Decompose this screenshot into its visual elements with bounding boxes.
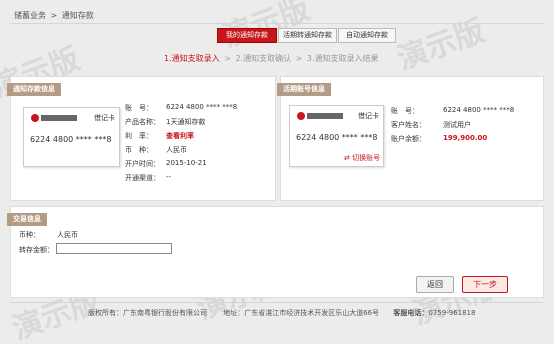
card-type: 借记卡 xyxy=(94,114,115,122)
panel-title: 交易信息 xyxy=(7,213,47,226)
step-3: 3.通知支取录入结果 xyxy=(306,54,379,63)
card-number: 6224 4800 **** ***8 xyxy=(296,133,378,142)
switch-icon: ⇄ xyxy=(344,154,350,162)
customer-name-value: 测试用户 xyxy=(443,121,471,129)
amount-input[interactable] xyxy=(56,243,172,254)
card-type: 借记卡 xyxy=(358,112,379,120)
bank-logo-icon xyxy=(31,114,77,122)
amount-label: 转存金额： xyxy=(19,246,54,254)
current-account-panel: 活期账号信息 借记卡 6224 4800 **** ***8 ⇄ 切换账号 账 … xyxy=(277,76,544,201)
debit-card: 借记卡 6224 4800 **** ***8 xyxy=(23,107,120,167)
trade-currency-value: 人民币 xyxy=(57,231,78,239)
footer-hotline-label: 客服电话： xyxy=(393,309,429,317)
channel-value: -- xyxy=(166,173,172,181)
account-label: 账 号： xyxy=(125,104,153,112)
step-separator: > xyxy=(295,54,303,63)
panel-title: 通知存款信息 xyxy=(7,83,61,96)
switch-account-label: 切换账号 xyxy=(352,154,381,162)
breadcrumb-current: 通知存款 xyxy=(61,11,94,20)
open-date-value: 2015-10-21 xyxy=(166,159,207,167)
open-date-label: 开户时间： xyxy=(125,160,160,168)
back-button[interactable]: 返回 xyxy=(416,276,454,293)
step-indicator: 1.通知支取录入 > 2.通知支取确认 > 3.通知支取录入结果 xyxy=(164,53,379,64)
panel-title: 活期账号信息 xyxy=(277,83,331,96)
channel-label: 开通渠道： xyxy=(125,174,160,182)
card-number: 6224 4800 **** ***8 xyxy=(30,135,112,144)
footer-copyright: 版权所有：广东南粤银行股份有限公司 xyxy=(88,309,207,317)
account-label: 账 号： xyxy=(391,107,419,115)
notice-deposit-panel: 通知存款信息 借记卡 6224 4800 **** ***8 账 号： 6224… xyxy=(7,76,276,201)
watermark: 演示版 xyxy=(392,13,490,78)
breadcrumb: 储蓄业务 > 通知存款 xyxy=(14,10,94,21)
bank-logo xyxy=(30,113,80,123)
currency-label: 币 种： xyxy=(125,146,153,154)
next-button[interactable]: 下一步 xyxy=(462,276,508,293)
view-rate-link[interactable]: 查看利率 xyxy=(166,131,194,141)
tab-my-notice-deposit[interactable]: 我的通知存款 xyxy=(217,28,277,43)
debit-card: 借记卡 6224 4800 **** ***8 ⇄ 切换账号 xyxy=(289,105,384,167)
switch-account-button[interactable]: ⇄ 切换账号 xyxy=(344,153,380,163)
breadcrumb-parent[interactable]: 储蓄业务 xyxy=(14,11,46,20)
product-name-value: 1天通知存款 xyxy=(166,118,206,126)
step-separator: > xyxy=(224,54,231,63)
footer-hotline: 0759-961818 xyxy=(428,309,476,317)
footer-divider xyxy=(10,302,544,303)
balance-value: 199,900.00 xyxy=(443,134,488,142)
footer-address: 地址：广东省湛江市经济技术开发区乐山大道66号 xyxy=(223,309,380,317)
trade-currency-label: 币种： xyxy=(19,231,40,239)
account-value: 6224 4800 **** ***8 xyxy=(166,103,238,111)
currency-value: 人民币 xyxy=(166,146,187,154)
product-name-label: 产品名称： xyxy=(125,118,160,126)
tab-auto-notice[interactable]: 自动通知存款 xyxy=(338,28,396,43)
tab-current-to-notice[interactable]: 活期转通知存款 xyxy=(278,28,337,43)
rate-label: 利 率： xyxy=(125,132,153,140)
footer: 版权所有：广东南粤银行股份有限公司 地址：广东省湛江市经济技术开发区乐山大道66… xyxy=(88,308,475,318)
breadcrumb-separator: > xyxy=(50,11,58,20)
balance-label: 账户余额： xyxy=(391,135,426,143)
step-1: 1.通知支取录入 xyxy=(164,54,220,63)
bank-logo xyxy=(296,111,346,121)
customer-name-label: 客户姓名： xyxy=(391,121,426,129)
bank-logo-icon xyxy=(297,112,343,120)
step-2: 2.通知支取确认 xyxy=(235,54,292,63)
header-divider xyxy=(10,23,544,24)
account-value: 6224 4800 **** ***8 xyxy=(443,106,515,114)
